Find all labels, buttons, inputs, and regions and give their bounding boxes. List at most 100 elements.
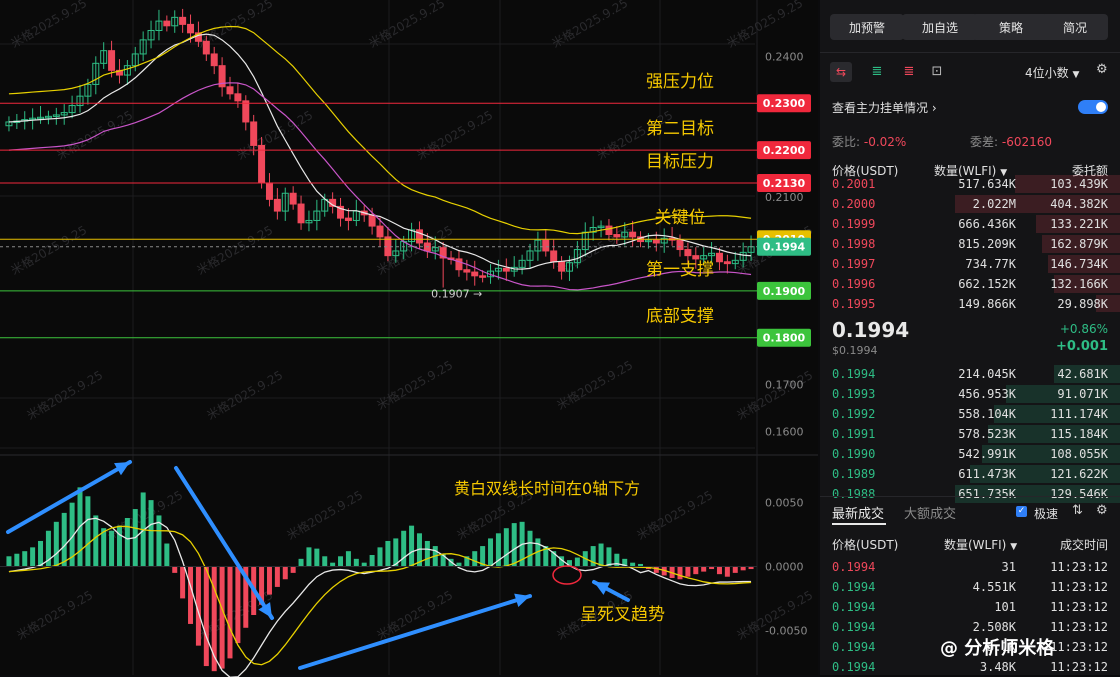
low-price-marker: 0.1907 → — [431, 288, 482, 301]
macd-note: 黄白双线长时间在0轴下方 — [454, 479, 640, 498]
candle-body — [376, 225, 384, 238]
trend-arrow-up-left — [6, 460, 132, 534]
macd-axis-label: 0.0050 — [765, 497, 804, 510]
candle-body — [242, 100, 250, 123]
macd-histogram-bar — [188, 566, 194, 624]
candle-body — [684, 249, 692, 257]
candle-body — [297, 203, 305, 224]
macd-axis-label: -0.0050 — [765, 624, 807, 637]
level-label: 第一支撑 — [646, 260, 714, 280]
candle-body — [368, 214, 376, 227]
candle-body — [715, 252, 723, 263]
macd-histogram-bar — [30, 547, 36, 567]
death-cross-circle — [552, 565, 582, 585]
candle-body — [265, 182, 273, 200]
candle-body — [289, 192, 297, 205]
candle-body — [202, 40, 210, 55]
macd-histogram-bar — [93, 515, 99, 567]
macd-histogram-bar — [22, 551, 28, 567]
macd-histogram-bar — [385, 540, 391, 567]
macd-histogram-bar — [124, 517, 130, 567]
macd-histogram-bar — [511, 523, 517, 567]
macd-histogram-bar — [38, 540, 44, 567]
candle-body — [250, 121, 258, 146]
macd-histogram-bar — [85, 496, 91, 567]
macd-histogram-bar — [290, 566, 296, 573]
watermark: 米格2025.9.25 — [204, 367, 285, 423]
watermark: 米格2025.9.25 — [734, 367, 815, 423]
watermark: 米格2025.9.25 — [194, 222, 275, 278]
macd-histogram-bar — [227, 566, 233, 659]
macd-histogram-bar — [732, 566, 738, 573]
watermark: 米格2025.9.25 — [374, 587, 455, 643]
macd-histogram-bar — [677, 566, 683, 580]
watermark: 米格2025.9.25 — [14, 587, 95, 643]
macd-histogram-bar — [314, 548, 320, 567]
watermark: 米格2025.9.25 — [8, 222, 89, 278]
candle-body — [463, 269, 471, 273]
macd-histogram-bar — [503, 528, 509, 567]
candle-body — [479, 275, 487, 278]
macd-histogram-bar — [345, 551, 351, 567]
macd-histogram-bar — [574, 557, 580, 567]
level-label: 底部支撑 — [646, 307, 714, 327]
candle-body — [542, 239, 550, 252]
death-cross-note: 呈死叉趋势 — [580, 605, 665, 625]
price-axis-label: 0.1600 — [765, 426, 804, 439]
current-price-text: 0.1994 — [763, 241, 806, 254]
macd-histogram-bar — [274, 566, 280, 587]
macd-histogram-bar — [527, 530, 533, 567]
candle-body — [471, 271, 479, 277]
macd-histogram-bar — [488, 538, 494, 567]
macd-histogram-bar — [401, 530, 407, 567]
candle-body — [210, 53, 218, 67]
watermark: 米格2025.9.25 — [554, 357, 635, 413]
level-price-text: 0.2200 — [763, 144, 806, 157]
trend-arrow-up-right-head — [514, 593, 530, 607]
macd-histogram-bar — [116, 525, 122, 567]
level-label: 第二目标 — [646, 119, 714, 139]
macd-histogram-bar — [377, 547, 383, 567]
level-price-text: 0.2300 — [763, 97, 806, 110]
macd-histogram-bar — [409, 525, 415, 567]
watermark: 米格2025.9.25 — [634, 487, 715, 543]
candle-body — [550, 250, 558, 263]
candle-body — [613, 234, 621, 238]
macd-histogram-bar — [180, 566, 186, 599]
macd-histogram-bar — [172, 566, 178, 573]
candle-body — [558, 261, 566, 272]
macd-histogram-bar — [653, 566, 659, 573]
candle-body — [234, 93, 242, 102]
candle-body — [344, 217, 352, 221]
watermark: 米格2025.9.25 — [414, 107, 495, 163]
macd-histogram-bar — [693, 566, 699, 575]
price-axis-label: 0.2400 — [765, 50, 804, 63]
candle-body — [226, 86, 234, 95]
macd-histogram-bar — [598, 543, 604, 567]
macd-histogram-bar — [353, 558, 359, 567]
candle-body — [723, 261, 731, 265]
macd-histogram-bar — [716, 566, 722, 575]
macd-histogram-bar — [724, 566, 730, 577]
signature: @ 分析师米格 — [940, 637, 1055, 659]
macd-histogram-bar — [219, 566, 225, 669]
candle-body — [108, 50, 116, 71]
level-price-text: 0.1900 — [763, 285, 806, 298]
candle-body — [179, 16, 187, 25]
macd-histogram-bar — [369, 555, 375, 567]
macd-histogram-bar — [361, 562, 367, 567]
macd-histogram-bar — [685, 566, 691, 577]
macd-histogram-bar — [322, 556, 328, 567]
level-label: 关键位 — [655, 208, 706, 228]
watermark: 米格2025.9.25 — [374, 357, 455, 413]
macd-histogram-bar — [148, 500, 154, 567]
macd-histogram-bar — [109, 530, 115, 567]
chart-canvas[interactable]: 米格2025.9.25 米格2025.9.25 米格2025.9.25 米格2025.… — [0, 0, 1120, 677]
watermark: 米格2025.9.25 — [284, 487, 365, 543]
candle-body — [187, 23, 195, 34]
watermark: 米格2025.9.25 — [724, 0, 805, 51]
price-axis-label: 0.1700 — [765, 379, 804, 392]
macd-histogram-bar — [701, 566, 707, 572]
macd-histogram-bar — [53, 521, 59, 567]
watermark: 米格2025.9.25 — [24, 367, 105, 423]
